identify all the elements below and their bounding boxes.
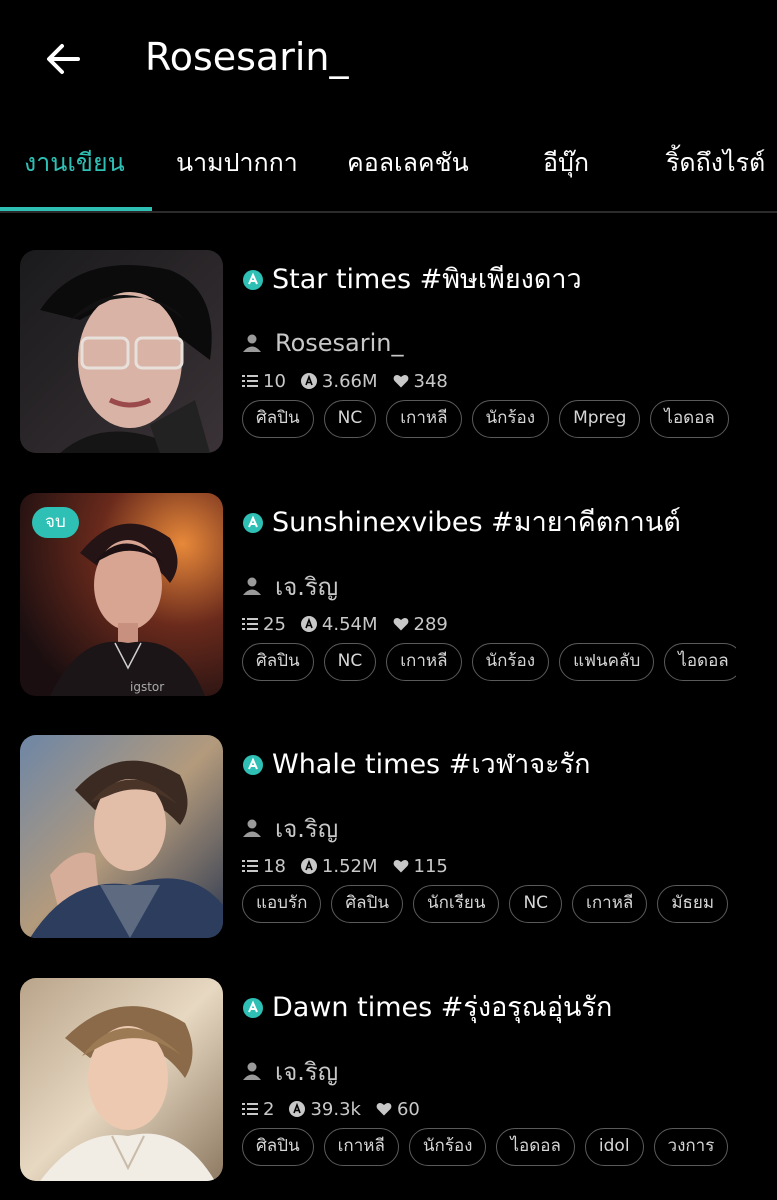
tag-list: ศิลปิน NC เกาหลี นักร้อง Mpreg ไอดอล: [242, 400, 736, 440]
like-count: 60: [396, 1098, 420, 1120]
story-info: Whale times #เวฬาจะรัก เจ.ริญ 18 1.52M 1…: [242, 735, 742, 939]
like-count: 348: [413, 370, 448, 392]
tag-chip[interactable]: เกาหลี: [572, 885, 648, 923]
tag-chip[interactable]: NC: [323, 400, 377, 438]
tag-chip[interactable]: ศิลปิน: [242, 400, 314, 438]
view-count: 39.3k: [310, 1098, 361, 1120]
heart-icon: [393, 617, 408, 631]
view-count: 1.52M: [321, 855, 378, 877]
author-name[interactable]: เจ.ริญ: [275, 1052, 338, 1091]
person-icon: [243, 1062, 261, 1080]
story-item[interactable]: Star times #พิษเพียงดาว Rosesarin_ 10 3.…: [0, 250, 777, 454]
tag-chip[interactable]: ศิลปิน: [242, 643, 314, 681]
story-title: Dawn times #รุ่งอรุณอุ่นรัก: [272, 992, 613, 1023]
tag-chip[interactable]: แฟนคลับ: [559, 643, 655, 681]
heart-icon: [376, 1102, 392, 1116]
tab-works[interactable]: งานเขียน: [24, 143, 125, 183]
story-title: Sunshinexvibes #มายาคีตกานต์: [272, 507, 681, 538]
list-icon: [242, 618, 258, 630]
chapter-count: 18: [263, 855, 286, 877]
heart-icon: [393, 374, 408, 388]
arrow-left-icon: [47, 44, 80, 74]
chapter-count: 10: [263, 370, 286, 392]
story-info: Star times #พิษเพียงดาว Rosesarin_ 10 3.…: [242, 250, 742, 454]
tag-chip[interactable]: เกาหลี: [323, 1128, 399, 1166]
story-cover-image[interactable]: igstor จบ: [20, 493, 223, 696]
tag-chip[interactable]: ไอดอล: [496, 1128, 575, 1166]
active-tab-indicator: [0, 207, 152, 211]
back-button[interactable]: [40, 36, 86, 82]
tag-chip[interactable]: NC: [323, 643, 377, 681]
tab-ebooks[interactable]: อีบุ๊ก: [543, 143, 589, 183]
app-header: Rosesarin_: [0, 0, 777, 115]
list-icon: [242, 860, 258, 872]
story-type-icon: [243, 998, 263, 1018]
tab-collections[interactable]: คอลเลคชัน: [347, 143, 469, 183]
tag-chip[interactable]: วงการ: [653, 1128, 729, 1166]
tag-chip[interactable]: เกาหลี: [386, 643, 462, 681]
tag-list: แอบรัก ศิลปิน นักเรียน NC เกาหลี มัธยม: [242, 885, 736, 925]
tag-chip[interactable]: ไอดอล: [650, 400, 729, 438]
views-icon: [289, 1101, 306, 1117]
story-item[interactable]: Whale times #เวฬาจะรัก เจ.ริญ 18 1.52M 1…: [0, 735, 777, 939]
tag-list: ศิลปิน เกาหลี นักร้อง ไอดอล idol วงการ: [242, 1128, 736, 1168]
story-info: Sunshinexvibes #มายาคีตกานต์ เจ.ริญ 25 4…: [242, 493, 742, 697]
story-cover-image[interactable]: [20, 250, 223, 453]
chapter-count: 25: [263, 613, 286, 635]
story-item[interactable]: Dawn times #รุ่งอรุณอุ่นรัก เจ.ริญ 2 39.…: [0, 978, 777, 1182]
like-count: 115: [413, 855, 448, 877]
tab-messages-to-writer[interactable]: ริ้ดถึงไรต์: [666, 143, 765, 183]
story-type-icon: [243, 270, 263, 290]
story-cover-image[interactable]: [20, 978, 223, 1181]
story-title: Whale times #เวฬาจะรัก: [272, 749, 591, 780]
story-list: Star times #พิษเพียงดาว Rosesarin_ 10 3.…: [0, 213, 777, 1200]
tag-chip[interactable]: นักร้อง: [408, 1128, 487, 1166]
tag-chip[interactable]: ไอดอล: [664, 643, 736, 681]
tag-chip[interactable]: เกาหลี: [386, 400, 462, 438]
tag-chip[interactable]: นักร้อง: [471, 643, 550, 681]
story-item[interactable]: igstor จบ Sunshinexvibes #มายาคีตกานต์ เ…: [0, 493, 777, 697]
view-count: 4.54M: [321, 613, 378, 635]
views-icon: [300, 858, 317, 874]
views-icon: [300, 616, 317, 632]
story-type-icon: [243, 755, 263, 775]
svg-text:igstor: igstor: [130, 680, 164, 694]
tag-chip[interactable]: Mpreg: [559, 400, 641, 438]
list-icon: [242, 1103, 258, 1115]
tab-pen-names[interactable]: นามปากกา: [176, 143, 298, 183]
tag-chip[interactable]: idol: [584, 1128, 644, 1166]
like-count: 289: [413, 613, 448, 635]
heart-icon: [393, 859, 408, 873]
tag-list: ศิลปิน NC เกาหลี นักร้อง แฟนคลับ ไอดอล: [242, 643, 736, 683]
tag-chip[interactable]: นักเรียน: [413, 885, 500, 923]
person-icon: [243, 577, 261, 595]
view-count: 3.66M: [321, 370, 378, 392]
tag-chip[interactable]: แอบรัก: [242, 885, 322, 923]
page-title: Rosesarin_: [145, 35, 349, 79]
author-name[interactable]: เจ.ริญ: [275, 809, 338, 848]
chapter-count: 2: [263, 1098, 275, 1120]
tag-chip[interactable]: NC: [509, 885, 563, 923]
author-name[interactable]: เจ.ริญ: [275, 567, 338, 606]
tag-chip[interactable]: ศิลปิน: [331, 885, 404, 923]
story-cover-image[interactable]: [20, 735, 223, 938]
tag-chip[interactable]: ศิลปิน: [242, 1128, 314, 1166]
views-icon: [300, 373, 317, 389]
story-type-icon: [243, 513, 263, 533]
person-icon: [243, 819, 261, 837]
author-name[interactable]: Rosesarin_: [275, 329, 404, 357]
tag-chip[interactable]: นักร้อง: [471, 400, 550, 438]
story-info: Dawn times #รุ่งอรุณอุ่นรัก เจ.ริญ 2 39.…: [242, 978, 742, 1182]
completed-badge: จบ: [32, 507, 79, 538]
tag-chip[interactable]: มัธยม: [657, 885, 729, 923]
tab-bar: งานเขียน นามปากกา คอลเลคชัน อีบุ๊ก ริ้ดถ…: [0, 115, 777, 213]
story-title: Star times #พิษเพียงดาว: [272, 264, 582, 295]
list-icon: [242, 375, 258, 387]
person-icon: [243, 334, 261, 352]
